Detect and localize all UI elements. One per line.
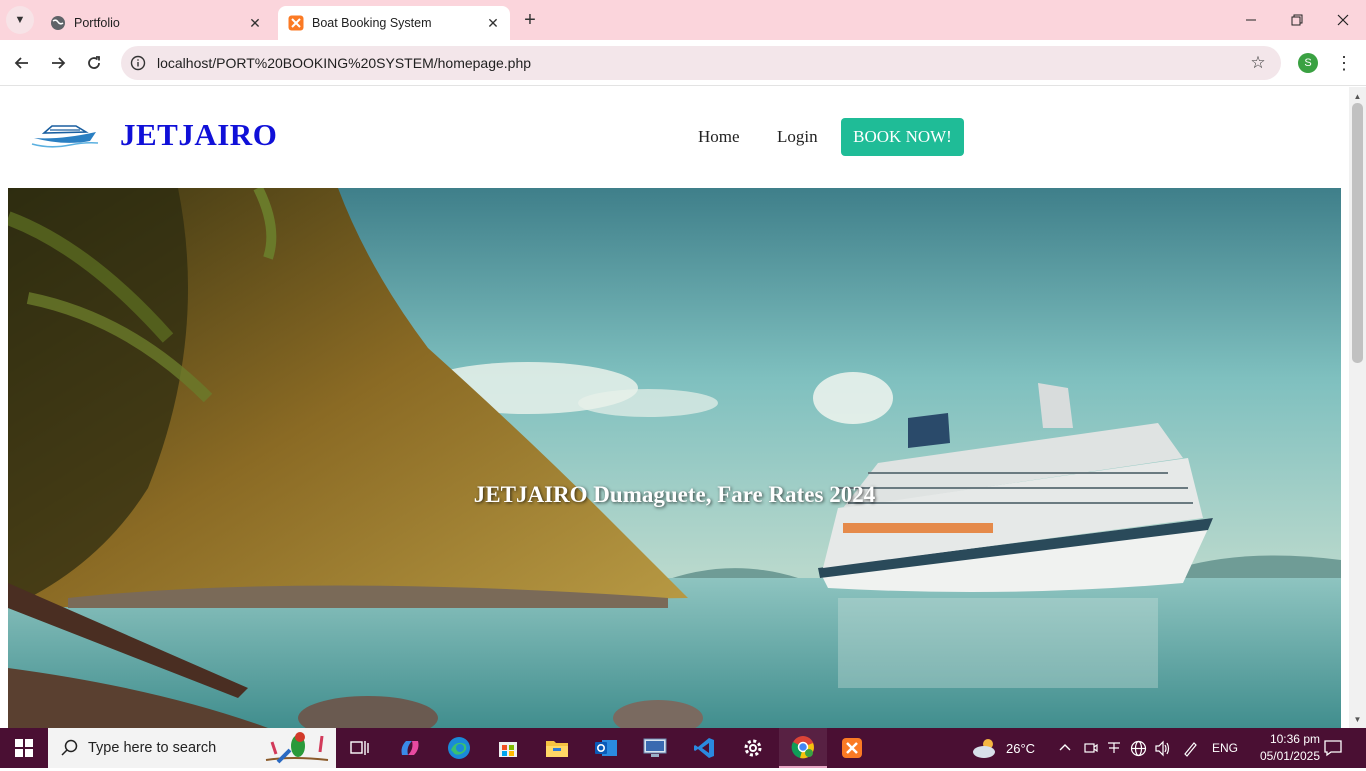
copilot-icon[interactable]: [386, 728, 434, 768]
windows-logo-icon: [15, 739, 33, 757]
search-placeholder: Type here to search: [88, 740, 217, 756]
tab-title: Boat Booking System: [312, 16, 432, 30]
search-icon: [60, 738, 80, 758]
input-method-icon[interactable]: [1106, 728, 1122, 768]
xampp-taskbar-icon[interactable]: [828, 728, 876, 768]
close-tab-icon[interactable]: ✕: [244, 12, 266, 34]
notifications-icon[interactable]: [1324, 728, 1342, 768]
show-hidden-icons[interactable]: [1058, 728, 1072, 768]
remote-desktop-icon[interactable]: [631, 728, 679, 768]
forward-button[interactable]: [44, 49, 72, 77]
clock-date: 05/01/2025: [1259, 749, 1320, 763]
globe-icon: [50, 15, 66, 31]
parrot-illustration-icon: [262, 730, 332, 766]
reload-icon: [88, 56, 100, 69]
browser-toolbar: localhost/PORT%20BOOKING%20SYSTEM/homepa…: [0, 40, 1366, 86]
tab-portfolio[interactable]: Portfolio ✕: [40, 6, 272, 40]
vscode-icon[interactable]: [680, 728, 728, 768]
weather-widget[interactable]: 26°C: [970, 728, 1035, 768]
site-info-icon[interactable]: [129, 54, 147, 72]
clock-time: 10:36 pm: [1269, 732, 1320, 746]
restore-button[interactable]: [1274, 0, 1320, 40]
clock[interactable]: 10:36 pm 05/01/2025: [1240, 731, 1320, 765]
scroll-down-icon[interactable]: ▼: [1349, 712, 1366, 726]
edge-icon[interactable]: [435, 728, 483, 768]
nav-login-link[interactable]: Login: [777, 127, 818, 147]
nav-home-link[interactable]: Home: [698, 127, 740, 147]
arrow-right-icon: [52, 57, 66, 69]
scroll-thumb[interactable]: [1352, 103, 1363, 363]
chevron-down-icon: ▼: [14, 14, 26, 26]
language-indicator[interactable]: ENG: [1212, 728, 1238, 768]
minimize-button[interactable]: [1228, 0, 1274, 40]
close-tab-icon[interactable]: ✕: [482, 12, 504, 34]
brand-name[interactable]: JETJAIRO: [120, 117, 277, 153]
volume-icon[interactable]: [1154, 728, 1171, 768]
chrome-icon[interactable]: [779, 728, 827, 768]
profile-avatar[interactable]: S: [1298, 53, 1318, 73]
arrow-left-icon: [14, 57, 28, 69]
reload-button[interactable]: [80, 49, 108, 77]
back-button[interactable]: [8, 49, 36, 77]
browser-tab-bar: ▼ Portfolio ✕ Boat Booking System ✕ +: [0, 0, 1366, 40]
chevron-up-icon: [1059, 744, 1071, 751]
new-tab-button[interactable]: +: [518, 8, 542, 32]
book-now-button[interactable]: BOOK NOW!: [841, 118, 964, 156]
page-scrollbar[interactable]: ▲ ▼: [1349, 87, 1366, 728]
start-button[interactable]: [0, 728, 48, 768]
tab-search-button[interactable]: ▼: [6, 6, 34, 34]
task-view-icon[interactable]: [336, 728, 384, 768]
weather-cloud-sun-icon: [973, 739, 995, 758]
windows-taskbar: Type here to search 26°C ENG 10:36 pm 05…: [0, 728, 1366, 768]
hero-background-image: [8, 188, 1341, 728]
hero-title: JETJAIRO Dumaguete, Fare Rates 2024: [473, 482, 876, 507]
network-globe-icon[interactable]: [1130, 728, 1147, 768]
browser-menu-icon[interactable]: ⋮: [1334, 50, 1354, 76]
scroll-up-icon[interactable]: ▲: [1349, 89, 1366, 103]
taskbar-search[interactable]: Type here to search: [48, 728, 336, 768]
address-bar[interactable]: localhost/PORT%20BOOKING%20SYSTEM/homepa…: [121, 46, 1281, 80]
hero-banner: JETJAIRO Dumaguete, Fare Rates 2024: [8, 188, 1341, 728]
xampp-icon: [288, 15, 304, 31]
weather-temperature: 26°C: [1006, 740, 1036, 756]
web-page: JETJAIRO Home Login BOOK NOW! JETJAIRO D…: [0, 87, 1349, 728]
tab-title: Portfolio: [74, 16, 120, 30]
file-explorer-icon[interactable]: [533, 728, 581, 768]
store-icon[interactable]: [484, 728, 532, 768]
bookmark-star-icon[interactable]: ☆: [1249, 53, 1267, 72]
site-header: JETJAIRO Home Login BOOK NOW!: [0, 87, 1349, 187]
outlook-icon[interactable]: [582, 728, 630, 768]
settings-icon[interactable]: [729, 728, 777, 768]
close-window-button[interactable]: [1320, 0, 1366, 40]
url-text: localhost/PORT%20BOOKING%20SYSTEM/homepa…: [157, 55, 532, 71]
tab-boat-booking-system[interactable]: Boat Booking System ✕: [278, 6, 510, 40]
boat-logo-icon: [30, 121, 100, 149]
pen-icon[interactable]: [1182, 728, 1199, 768]
meet-icon[interactable]: [1083, 728, 1099, 768]
